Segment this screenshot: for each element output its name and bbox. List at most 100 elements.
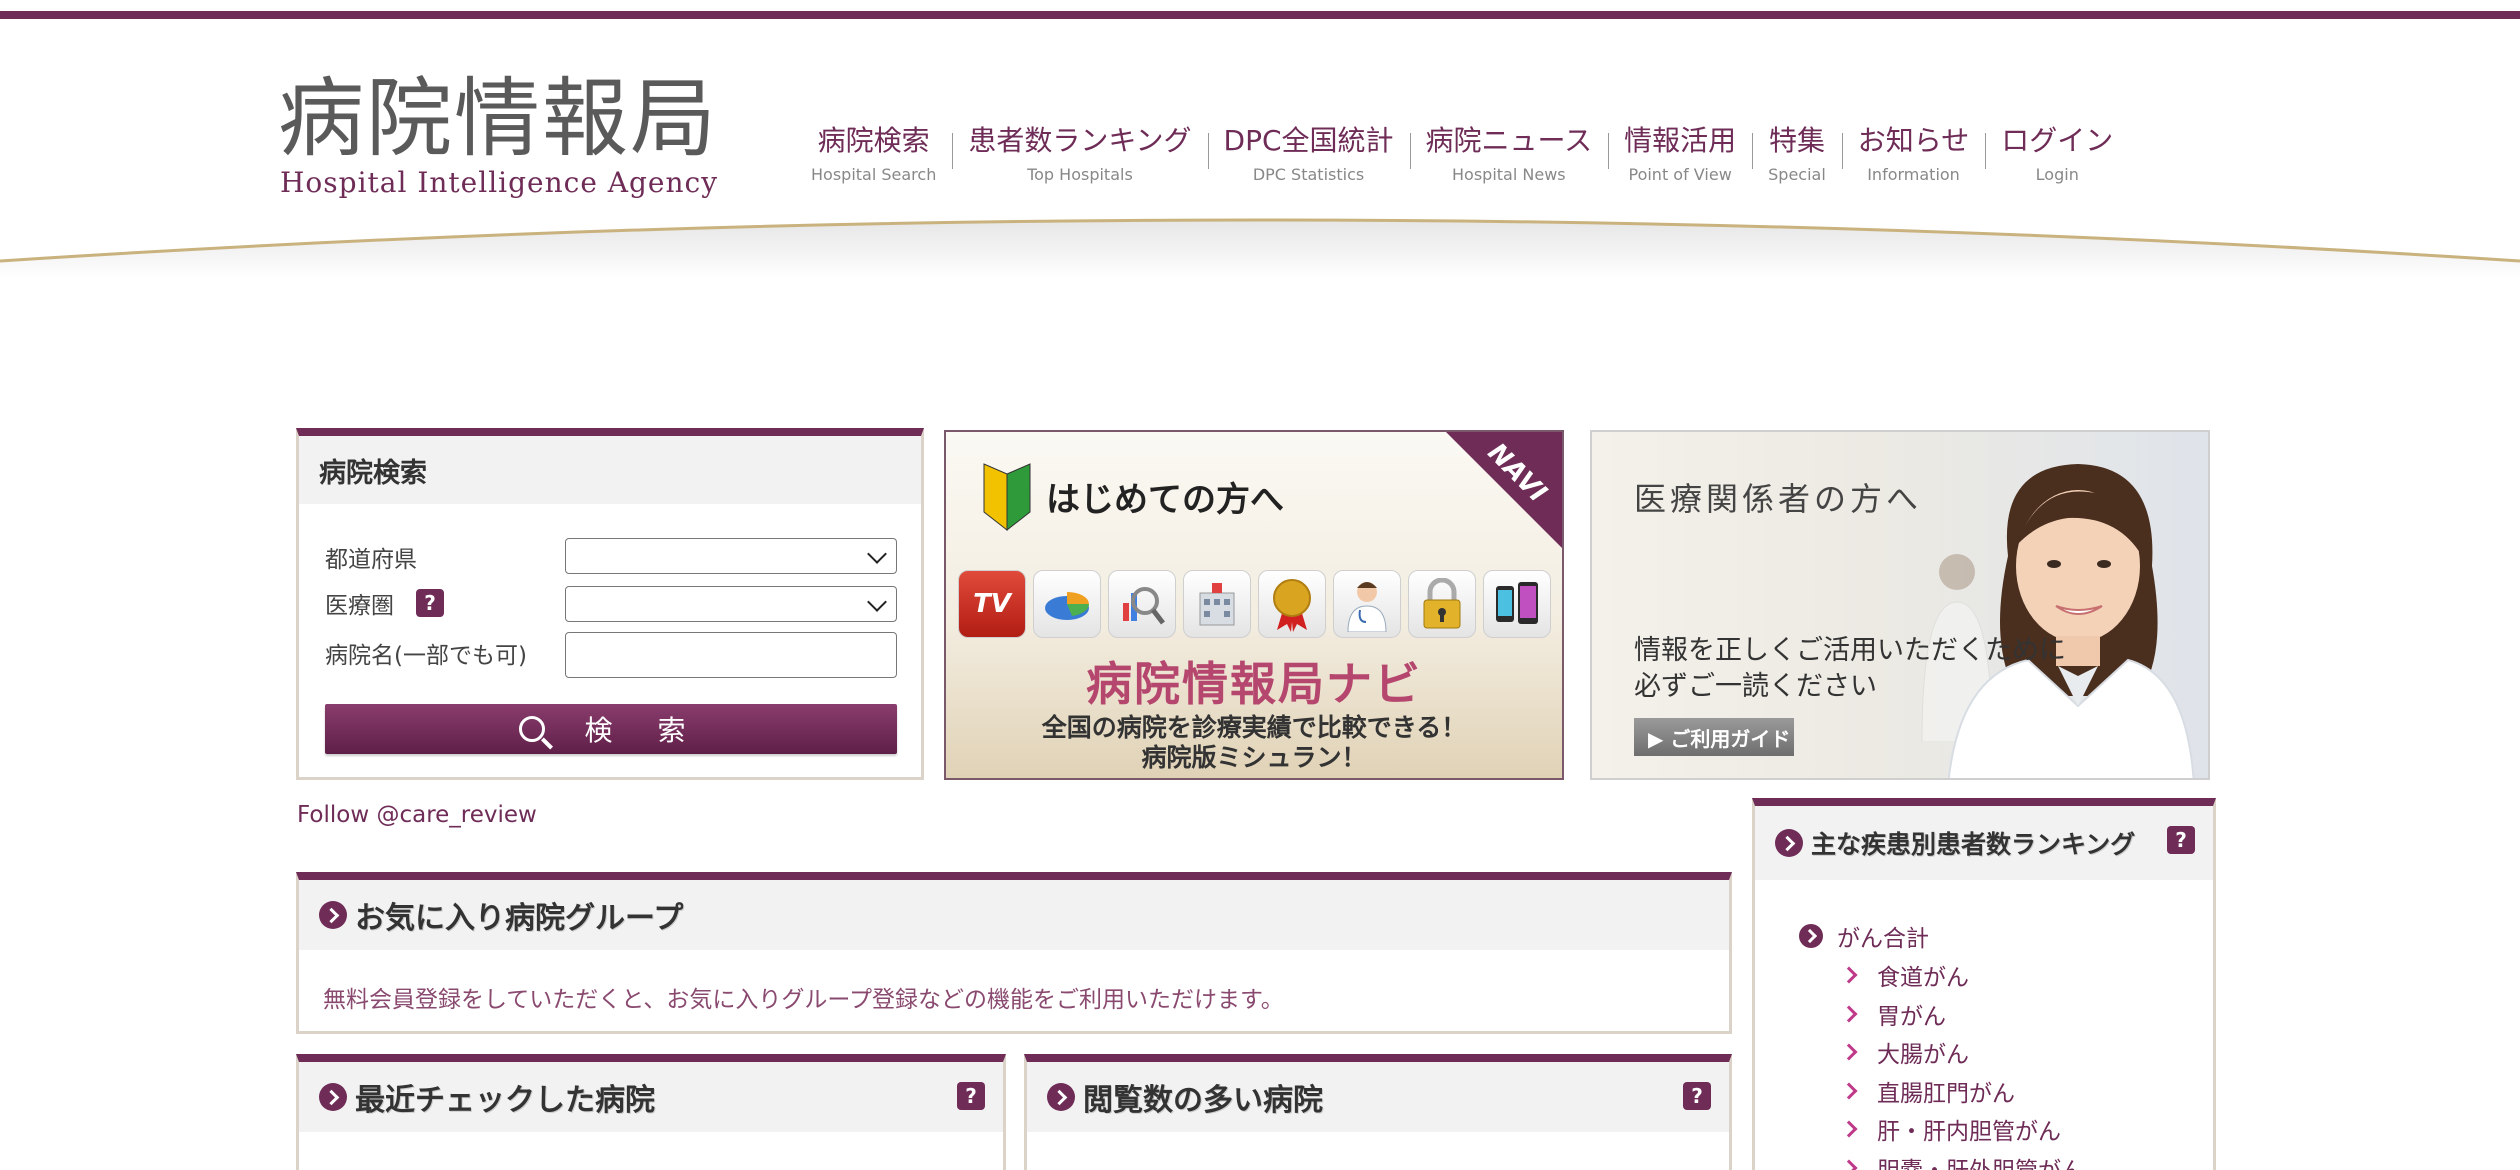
ranking-list: がん合計 食道がん 胃がん 大腸がん 直腸肛門がん 肝・肝内胆管がん 胆嚢・肝外…: [1799, 916, 2084, 1170]
top-accent-bar: [0, 11, 2520, 19]
ranking-subitem[interactable]: 肝・肝内胆管がん: [1840, 1110, 2084, 1149]
ranking-subitem-label: 肝・肝内胆管がん: [1877, 1119, 2061, 1146]
ranking-subitem[interactable]: 胆嚢・肝外胆管がん: [1840, 1149, 2084, 1170]
ranking-item-cancer-total[interactable]: がん合計: [1799, 916, 2084, 956]
disease-ranking-panel: 主な疾患別患者数ランキング ? がん合計 食道がん 胃がん 大腸がん 直腸肛門が…: [1752, 798, 2216, 1170]
banner-heading: はじめての方へ: [1046, 480, 1284, 520]
chevron-right-icon: [1840, 966, 1858, 984]
nav-label-en: Login: [2035, 165, 2079, 184]
section-header: 最近チェックした病院 ?: [299, 1062, 1003, 1132]
circle-arrow-icon: [1775, 829, 1803, 857]
chevron-down-icon: [867, 544, 887, 564]
hospital-search-panel: 病院検索 都道府県 医療圏 ? 病院名(一部でも可) 検 索: [296, 428, 924, 780]
help-icon[interactable]: ?: [1683, 1082, 1711, 1110]
twitter-follow-link[interactable]: Follow @care_review: [297, 802, 537, 828]
circle-arrow-icon: [319, 901, 347, 929]
ranking-subitem[interactable]: 胃がん: [1840, 995, 2084, 1034]
medical-banner-line-2: 必ずご一読ください: [1634, 671, 1877, 702]
logo-japanese: 病院情報局: [278, 69, 718, 169]
section-header: 閲覧数の多い病院 ?: [1027, 1062, 1729, 1132]
nav-label-en: DPC Statistics: [1252, 165, 1365, 184]
medical-area-select[interactable]: [565, 586, 897, 622]
nav-special[interactable]: 特集 Special: [1752, 119, 1842, 209]
search-icon: [518, 716, 545, 742]
search-button[interactable]: 検 索: [325, 704, 897, 754]
nav-hospital-search[interactable]: 病院検索 Hospital Search: [795, 119, 952, 209]
ranking-subitem-label: 大腸がん: [1877, 1042, 1969, 1069]
section-title: 閲覧数の多い病院: [1083, 1083, 1323, 1118]
nav-label-en: Hospital Search: [811, 165, 937, 184]
prefecture-label: 都道府県: [325, 547, 417, 573]
chevron-right-icon: [1840, 1120, 1858, 1138]
nav-label-en: Special: [1768, 165, 1826, 184]
section-header: お気に入り病院グループ: [299, 880, 1729, 950]
hospital-building-icon: [1183, 570, 1251, 638]
search-button-label: 検 索: [584, 714, 704, 747]
navi-subtitle-2: 病院版ミシュラン！: [1141, 743, 1367, 772]
section-header: 主な疾患別患者数ランキング ?: [1755, 806, 2213, 880]
ranking-item-label: がん合計: [1837, 926, 1929, 952]
medical-banner-heading: 医療関係者の方へ: [1634, 480, 1923, 518]
nav-top-hospitals[interactable]: 患者数ランキング Top Hospitals: [952, 119, 1207, 209]
nav-information[interactable]: お知らせ Information: [1841, 119, 1985, 209]
ranking-subitem-label: 胆嚢・肝外胆管がん: [1877, 1151, 2084, 1170]
medal-icon: [1258, 570, 1326, 638]
help-icon[interactable]: ?: [2167, 826, 2195, 854]
nav-dpc-statistics[interactable]: DPC全国統計 DPC Statistics: [1207, 119, 1410, 209]
chevron-right-icon: [1840, 1043, 1858, 1061]
logo-english: Hospital Intelligence Agency: [280, 166, 719, 199]
usage-guide-button[interactable]: ▶ ご利用ガイド: [1634, 718, 1794, 756]
hospital-name-label: 病院名(一部でも可): [325, 643, 527, 669]
help-icon[interactable]: ?: [957, 1082, 985, 1110]
circle-arrow-icon: [1047, 1083, 1075, 1111]
nav-point-of-view[interactable]: 情報活用 Point of View: [1608, 119, 1752, 209]
nav-login[interactable]: ログイン Login: [1985, 119, 2129, 209]
beginner-navi-banner[interactable]: NAVI はじめての方へ TV 病院情報局ナビ 全国の病院を診療実績で比較できる…: [944, 430, 1564, 780]
ranking-subitem[interactable]: 食道がん: [1840, 956, 2084, 995]
nav-label-jp: 情報活用: [1624, 124, 1737, 157]
doctor-photo: [1947, 464, 2195, 778]
feature-icon-row: TV: [958, 570, 1551, 638]
nav-label-en: Top Hospitals: [1027, 165, 1133, 184]
area-label: 医療圏: [325, 593, 394, 619]
ranking-subitem[interactable]: 直腸肛門がん: [1840, 1072, 2084, 1111]
section-title: お気に入り病院グループ: [355, 901, 684, 936]
help-icon[interactable]: ?: [416, 589, 444, 617]
nav-label-en: Information: [1867, 165, 1960, 184]
section-title: 主な疾患別患者数ランキング: [1811, 830, 2136, 859]
most-viewed-panel: 閲覧数の多い病院 ?: [1024, 1054, 1732, 1170]
nav-label-jp: 特集: [1768, 124, 1825, 157]
area-row: 医療圏 ?: [325, 586, 565, 620]
site-header: 病院情報局 Hospital Intelligence Agency 病院検索 …: [0, 19, 2520, 279]
ranking-subitem-label: 胃がん: [1877, 1003, 1946, 1030]
hospital-name-input[interactable]: [565, 632, 897, 678]
favorite-hospital-groups-panel: お気に入り病院グループ 無料会員登録をしていただくと、お気に入りグループ登録など…: [296, 872, 1732, 1034]
favorites-description: 無料会員登録をしていただくと、お気に入りグループ登録などの機能をご利用いただけま…: [323, 987, 1284, 1013]
circle-arrow-icon: [319, 1083, 347, 1111]
medical-banner-line-1: 情報を正しくご活用いただくために: [1634, 635, 2066, 666]
pie-chart-icon: [1033, 570, 1101, 638]
ranking-subitem-label: 食道がん: [1877, 965, 1969, 992]
section-title: 最近チェックした病院: [355, 1083, 655, 1118]
panel-title: 病院検索: [319, 457, 427, 489]
prefecture-row: 都道府県: [325, 540, 565, 574]
chevron-right-icon: [1840, 1005, 1858, 1023]
navi-title: 病院情報局ナビ: [1086, 657, 1422, 711]
ranking-subitem[interactable]: 大腸がん: [1840, 1033, 2084, 1072]
medical-professional-banner[interactable]: 医療関係者の方へ 情報を正しくご活用いただくために 必ずご一読ください ▶ ご利…: [1590, 430, 2210, 780]
nav-hospital-news[interactable]: 病院ニュース Hospital News: [1409, 119, 1609, 209]
main-nav: 病院検索 Hospital Search 患者数ランキング Top Hospit…: [795, 119, 2129, 209]
nav-label-jp: DPC全国統計: [1223, 124, 1394, 157]
header-curve-divider: [0, 218, 2520, 279]
prefecture-select[interactable]: [565, 538, 897, 574]
smartphone-icon: [1483, 570, 1551, 638]
magnifier-chart-icon: [1108, 570, 1176, 638]
nav-label-jp: 病院ニュース: [1425, 124, 1593, 157]
area-label-wrap: 医療圏 ?: [325, 586, 565, 620]
chevron-right-icon: [1840, 1082, 1858, 1100]
beginner-mark-icon: [983, 463, 1031, 532]
site-logo[interactable]: 病院情報局 Hospital Intelligence Agency: [278, 64, 748, 204]
doctor-icon: [1333, 570, 1401, 638]
ranking-subitem-label: 直腸肛門がん: [1877, 1080, 2015, 1107]
nav-label-jp: 病院検索: [817, 124, 930, 157]
